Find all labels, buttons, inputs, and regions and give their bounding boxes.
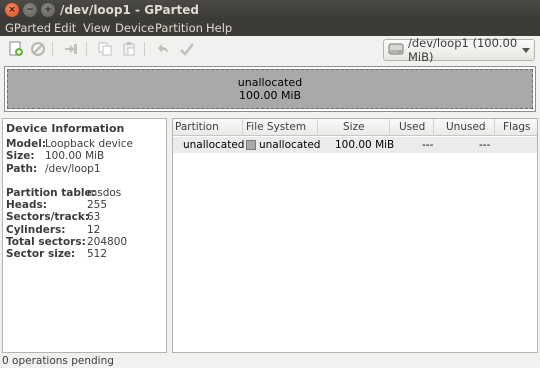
partition-table: Partition File System Size Used Unused F… (172, 118, 538, 353)
partition-table-value: msdos (87, 186, 122, 199)
model-value: Loopback device (45, 138, 133, 150)
sectors-track-label: Sectors/track: (6, 211, 90, 224)
toolbar-separator (52, 42, 53, 56)
disk-map-unallocated-block[interactable]: unallocated 100.00 MiB (7, 69, 533, 109)
cell-filesystem: unallocated (259, 139, 321, 151)
device-info-title: Device Information (6, 122, 125, 135)
column-header-unused[interactable]: Unused (446, 121, 486, 133)
column-header-flags[interactable]: Flags (503, 121, 531, 133)
heads-value: 255 (87, 199, 108, 212)
device-select-value: /dev/loop1 (100.00 MiB) (408, 36, 518, 64)
column-header-partition[interactable]: Partition (175, 121, 219, 133)
cylinders-value: 12 (87, 223, 101, 236)
column-header-size[interactable]: Size (343, 121, 365, 133)
disk-map-size: 100.00 MiB (238, 89, 302, 102)
cell-used: --- (422, 139, 434, 151)
menu-bar: GParted Edit View Device Partition Help (0, 20, 540, 36)
size-label: Size: (6, 150, 35, 163)
resize-move-icon[interactable] (62, 40, 80, 58)
minimize-window-button[interactable]: − (23, 3, 37, 17)
partition-table-label: Partition table: (6, 186, 96, 199)
undo-icon[interactable] (154, 40, 172, 58)
device-select[interactable]: /dev/loop1 (100.00 MiB) (383, 36, 535, 64)
maximize-window-button[interactable]: + (41, 3, 55, 17)
status-bar: 0 operations pending (0, 354, 540, 368)
apply-icon[interactable] (178, 40, 196, 58)
cylinders-label: Cylinders: (6, 223, 66, 236)
model-label: Model: (6, 138, 47, 150)
size-value: 100.00 MiB (45, 150, 105, 163)
path-label: Path: (6, 162, 38, 175)
heads-label: Heads: (6, 199, 47, 212)
filesystem-color-swatch (246, 140, 256, 150)
disk-map: unallocated 100.00 MiB (4, 66, 536, 112)
menu-partition[interactable]: Partition (155, 21, 203, 35)
menu-device[interactable]: Device (115, 21, 154, 35)
total-sectors-value: 204800 (87, 236, 128, 249)
table-row[interactable]: unallocated unallocated 100.00 MiB --- -… (173, 137, 537, 153)
title-bar: × − + /dev/loop1 - GParted (0, 0, 540, 20)
toolbar-separator (144, 42, 145, 56)
new-partition-icon[interactable] (7, 40, 25, 58)
menu-view[interactable]: View (83, 21, 110, 35)
window-title: /dev/loop1 - GParted (60, 3, 199, 17)
delete-icon[interactable] (29, 40, 47, 58)
paste-icon[interactable] (120, 40, 138, 58)
sector-size-label: Sector size: (6, 248, 76, 261)
device-info-panel: Device Information Model: Loopback device… (2, 118, 167, 353)
close-window-button[interactable]: × (5, 3, 19, 17)
disk-map-label: unallocated (237, 76, 303, 89)
toolbar-separator (86, 42, 87, 56)
sectors-track-value: 63 (87, 211, 101, 224)
cell-partition: unallocated (183, 139, 245, 151)
sector-size-value: 512 (87, 248, 108, 261)
menu-gparted[interactable]: GParted (5, 21, 51, 35)
copy-icon[interactable] (96, 40, 114, 58)
menu-help[interactable]: Help (206, 21, 232, 35)
harddisk-icon (388, 42, 404, 59)
path-value: /dev/loop1 (45, 162, 101, 175)
table-header: Partition File System Size Used Unused F… (173, 119, 537, 136)
column-header-file-system[interactable]: File System (246, 121, 306, 133)
chevron-down-icon (522, 47, 530, 53)
total-sectors-label: Total sectors: (6, 236, 86, 249)
column-header-used[interactable]: Used (399, 121, 425, 133)
toolbar: /dev/loop1 (100.00 MiB) (0, 36, 540, 64)
cell-size: 100.00 MiB (335, 139, 395, 151)
menu-edit[interactable]: Edit (54, 21, 76, 35)
cell-unused: --- (479, 139, 491, 151)
